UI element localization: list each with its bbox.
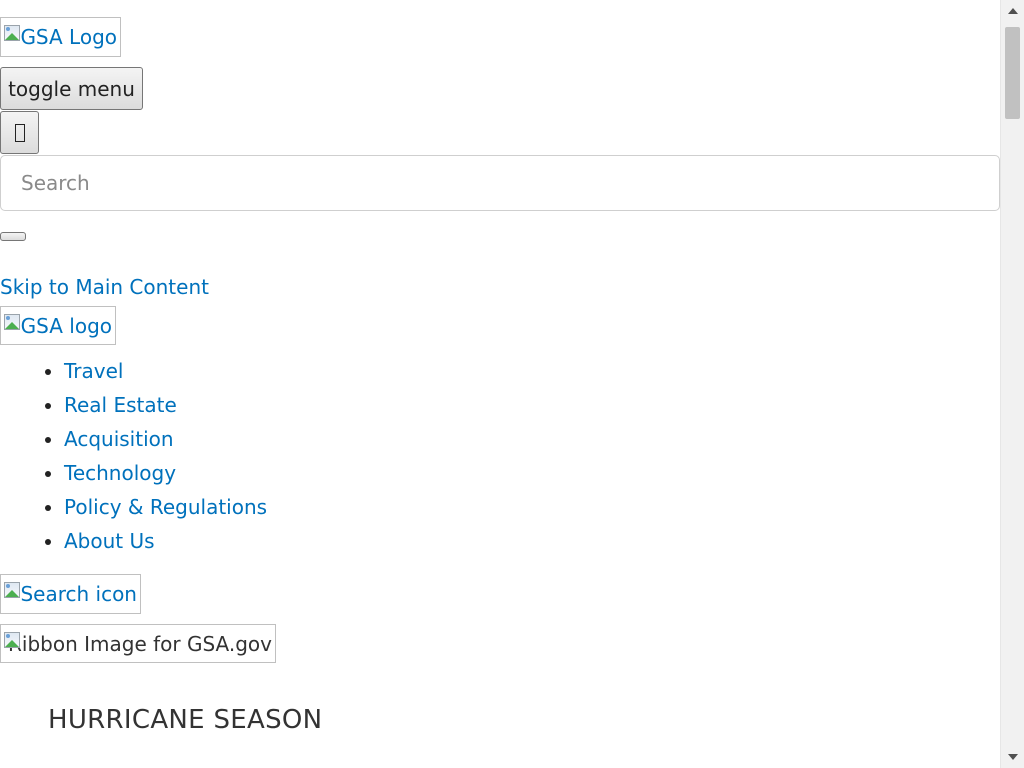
scroll-thumb[interactable] xyxy=(1005,27,1020,119)
broken-image-icon xyxy=(4,25,20,41)
search-icon-alt-text: Search icon xyxy=(20,582,137,606)
gsa-logo-link[interactable]: GSA Logo xyxy=(0,17,121,57)
broken-image-icon xyxy=(4,313,20,330)
search-submit-button[interactable] xyxy=(0,232,26,241)
gsa-logo-alt-text: GSA Logo xyxy=(20,25,117,49)
search-icon-link[interactable]: Search icon xyxy=(0,574,141,614)
nav-item-policy-regulations: Policy & Regulations xyxy=(64,490,267,524)
nav-link-real-estate[interactable]: Real Estate xyxy=(64,393,177,417)
page: GSA Logo toggle menu Skip to Main Conten… xyxy=(0,0,1000,768)
toggle-menu-button[interactable]: toggle menu xyxy=(0,67,143,110)
missing-glyph-icon xyxy=(14,123,25,142)
nav-link-policy-regulations[interactable]: Policy & Regulations xyxy=(64,495,267,519)
search-input[interactable] xyxy=(0,155,1000,211)
page-heading: HURRICANE SEASON xyxy=(48,705,323,735)
vertical-scrollbar[interactable] xyxy=(1000,0,1024,768)
nav-item-acquisition: Acquisition xyxy=(64,422,267,456)
search-toggle-button[interactable] xyxy=(0,111,39,154)
gsa-nav-logo-link[interactable]: GSA logo xyxy=(0,306,116,345)
nav-item-technology: Technology xyxy=(64,456,267,490)
broken-image-icon xyxy=(4,582,20,598)
scroll-up-icon[interactable] xyxy=(1008,8,1018,14)
nav-item-about-us: About Us xyxy=(64,524,267,558)
broken-image-icon xyxy=(4,631,20,648)
nav-link-about-us[interactable]: About Us xyxy=(64,529,155,553)
nav-link-acquisition[interactable]: Acquisition xyxy=(64,427,174,451)
scroll-down-icon[interactable] xyxy=(1008,754,1018,760)
nav-link-technology[interactable]: Technology xyxy=(64,461,176,485)
main-nav-list: Travel Real Estate Acquisition Technolog… xyxy=(0,354,267,558)
ribbon-image: Ribbon Image for GSA.gov xyxy=(0,624,276,663)
nav-item-real-estate: Real Estate xyxy=(64,388,267,422)
nav-item-travel: Travel xyxy=(64,354,267,388)
nav-link-travel[interactable]: Travel xyxy=(64,359,123,383)
skip-to-main-content-link[interactable]: Skip to Main Content xyxy=(0,275,209,299)
gsa-nav-logo-alt-text: GSA logo xyxy=(20,313,112,338)
ribbon-image-alt-text: Ribbon Image for GSA.gov xyxy=(8,631,272,656)
